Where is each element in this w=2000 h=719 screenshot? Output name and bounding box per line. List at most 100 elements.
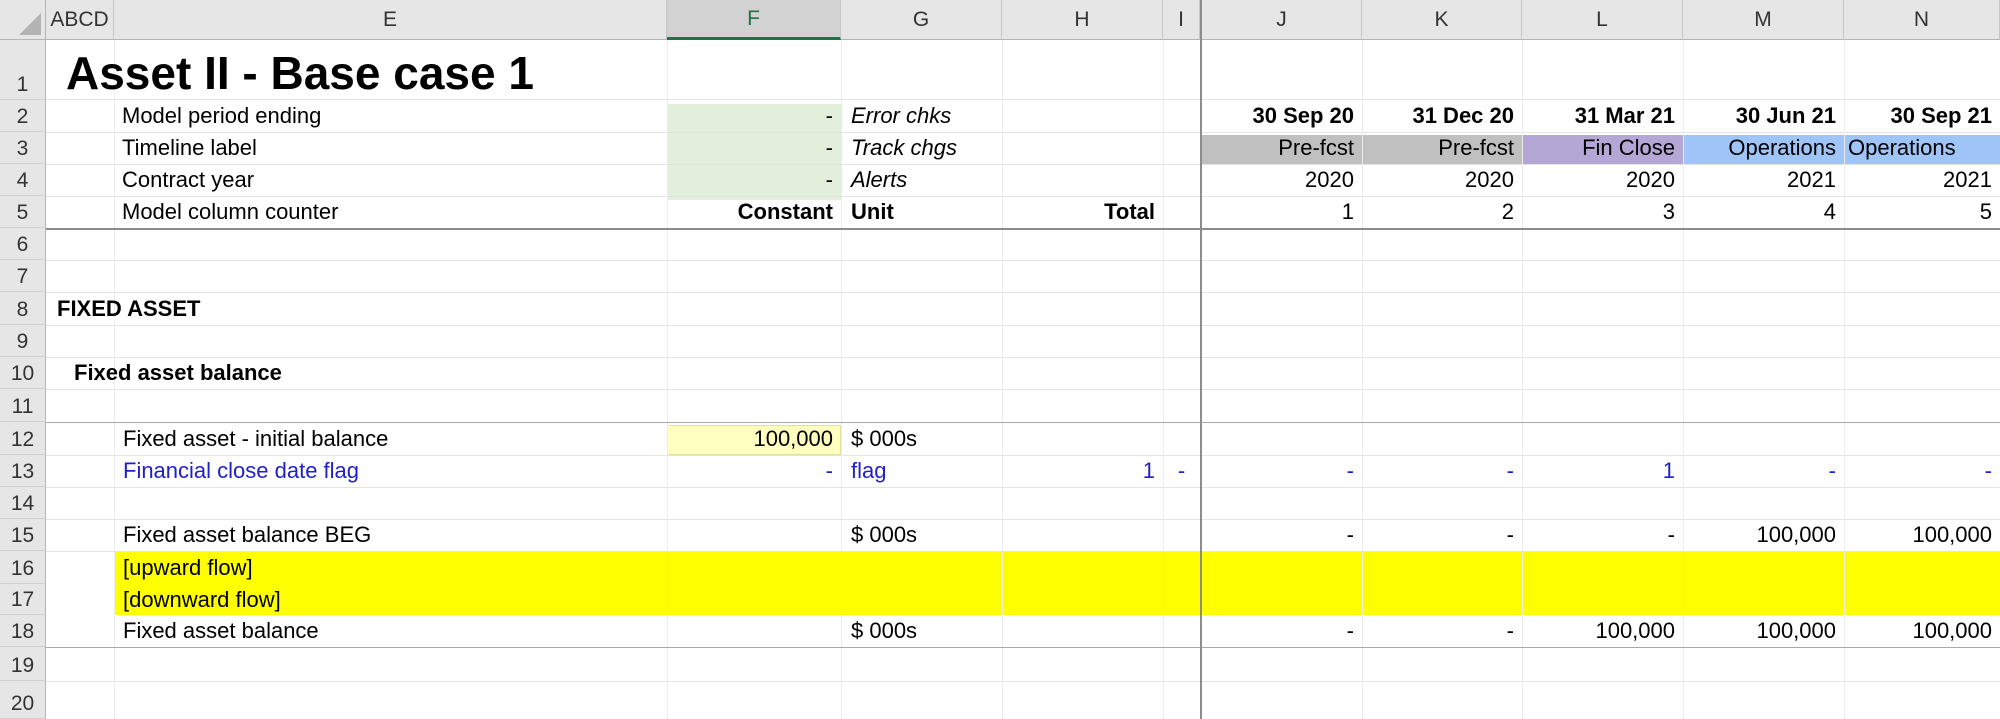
row-header-7[interactable]: 7 — [0, 260, 46, 292]
row-header-3[interactable]: 3 — [0, 132, 46, 164]
row-header-20[interactable]: 20 — [0, 681, 46, 719]
col-header-e[interactable]: E — [114, 0, 667, 40]
col-header-l[interactable]: L — [1522, 0, 1683, 40]
year-m[interactable]: 2021 — [1683, 164, 1844, 196]
counter-j[interactable]: 1 — [1202, 196, 1362, 228]
timeline-label-l[interactable]: Fin Close — [1522, 132, 1683, 164]
balance-beg-unit[interactable]: $ 000s — [843, 519, 917, 551]
contract-year-label[interactable]: Contract year — [114, 164, 254, 196]
year-j[interactable]: 2020 — [1202, 164, 1362, 196]
balance-beg-label[interactable]: Fixed asset balance BEG — [115, 519, 371, 551]
year-k[interactable]: 2020 — [1362, 164, 1522, 196]
financial-close-flag-k[interactable]: - — [1362, 455, 1522, 487]
date-k[interactable]: 31 Dec 20 — [1362, 100, 1522, 132]
row-header-2[interactable]: 2 — [0, 100, 46, 132]
row-header-15[interactable]: 15 — [0, 519, 46, 551]
balance-beg-j[interactable]: - — [1202, 519, 1362, 551]
section-bottom-border — [46, 647, 2000, 648]
fixed-asset-section-heading[interactable]: FIXED ASSET — [57, 292, 200, 325]
balance-beg-n[interactable]: 100,000 — [1844, 519, 2000, 551]
error-checks-label[interactable]: Error chks — [843, 100, 951, 132]
row-header-5[interactable]: 5 — [0, 196, 46, 228]
balance-end-m[interactable]: 100,000 — [1683, 615, 1844, 647]
timeline-label-value[interactable]: - — [667, 132, 841, 164]
financial-close-flag-j[interactable]: - — [1202, 455, 1362, 487]
balance-end-label[interactable]: Fixed asset balance — [115, 615, 319, 647]
financial-close-flag-total[interactable]: 1 — [1002, 455, 1163, 487]
col-header-i[interactable]: I — [1163, 0, 1200, 40]
select-all-corner[interactable] — [0, 0, 46, 40]
track-changes-label[interactable]: Track chgs — [843, 132, 957, 164]
col-header-j[interactable]: J — [1202, 0, 1362, 40]
row-header-8[interactable]: 8 — [0, 292, 46, 325]
financial-close-flag-constant[interactable]: - — [667, 455, 841, 487]
initial-balance-input[interactable]: 100,000 — [667, 422, 841, 455]
col-header-abcd[interactable]: ABCD — [46, 0, 114, 40]
year-n[interactable]: 2021 — [1844, 164, 2000, 196]
row-header-14[interactable]: 14 — [0, 487, 46, 519]
timeline-label-label[interactable]: Timeline label — [114, 132, 257, 164]
row-header-1[interactable]: 1 — [0, 40, 46, 100]
timeline-label-m[interactable]: Operations — [1683, 132, 1844, 164]
timeline-label-n[interactable]: Operations — [1844, 132, 2000, 164]
balance-end-unit[interactable]: $ 000s — [843, 615, 917, 647]
row-header-18[interactable]: 18 — [0, 615, 46, 647]
col-header-f[interactable]: F — [667, 0, 841, 40]
financial-close-flag-i[interactable]: - — [1163, 455, 1200, 487]
financial-close-flag-unit[interactable]: flag — [843, 455, 886, 487]
balance-end-n[interactable]: 100,000 — [1844, 615, 2000, 647]
counter-n[interactable]: 5 — [1844, 196, 2000, 228]
col-header-h[interactable]: H — [1002, 0, 1163, 40]
model-column-counter-label[interactable]: Model column counter — [114, 196, 338, 228]
counter-m[interactable]: 4 — [1683, 196, 1844, 228]
total-header[interactable]: Total — [1002, 196, 1163, 228]
balance-end-l[interactable]: 100,000 — [1522, 615, 1683, 647]
fixed-asset-balance-heading[interactable]: Fixed asset balance — [74, 357, 282, 389]
row-header-17[interactable]: 17 — [0, 584, 46, 615]
model-period-ending-label[interactable]: Model period ending — [114, 100, 321, 132]
row-header-10[interactable]: 10 — [0, 357, 46, 389]
financial-close-flag-n[interactable]: - — [1844, 455, 2000, 487]
date-l[interactable]: 31 Mar 21 — [1522, 100, 1683, 132]
financial-close-flag-m[interactable]: - — [1683, 455, 1844, 487]
balance-beg-l[interactable]: - — [1522, 519, 1683, 551]
timeline-label-k[interactable]: Pre-fcst — [1362, 132, 1522, 164]
col-header-k[interactable]: K — [1362, 0, 1522, 40]
balance-beg-m[interactable]: 100,000 — [1683, 519, 1844, 551]
unit-header[interactable]: Unit — [843, 196, 894, 228]
row-header-16[interactable]: 16 — [0, 551, 46, 584]
counter-k[interactable]: 2 — [1362, 196, 1522, 228]
alerts-label[interactable]: Alerts — [843, 164, 907, 196]
col-header-g[interactable]: G — [841, 0, 1002, 40]
counter-l[interactable]: 3 — [1522, 196, 1683, 228]
initial-balance-unit[interactable]: $ 000s — [843, 422, 917, 455]
col-header-n[interactable]: N — [1844, 0, 2000, 40]
row-header-13[interactable]: 13 — [0, 455, 46, 487]
col-header-m[interactable]: M — [1683, 0, 1844, 40]
upward-flow-fill — [114, 552, 2000, 615]
upward-flow-label[interactable]: [upward flow] — [115, 552, 253, 584]
downward-flow-label[interactable]: [downward flow] — [115, 584, 281, 615]
date-m[interactable]: 30 Jun 21 — [1683, 100, 1844, 132]
row-header-4[interactable]: 4 — [0, 164, 46, 196]
year-l[interactable]: 2020 — [1522, 164, 1683, 196]
initial-balance-label[interactable]: Fixed asset - initial balance — [115, 422, 388, 455]
contract-year-value[interactable]: - — [667, 164, 841, 196]
date-j[interactable]: 30 Sep 20 — [1202, 100, 1362, 132]
sheet-title[interactable]: Asset II - Base case 1 — [66, 40, 534, 100]
row-header-6[interactable]: 6 — [0, 228, 46, 260]
balance-end-k[interactable]: - — [1362, 615, 1522, 647]
header-bottom-border — [46, 228, 2000, 230]
balance-end-j[interactable]: - — [1202, 615, 1362, 647]
row-header-9[interactable]: 9 — [0, 325, 46, 357]
row-header-11[interactable]: 11 — [0, 389, 46, 422]
row-header-19[interactable]: 19 — [0, 647, 46, 681]
balance-beg-k[interactable]: - — [1362, 519, 1522, 551]
financial-close-flag-l[interactable]: 1 — [1522, 455, 1683, 487]
timeline-label-j[interactable]: Pre-fcst — [1202, 132, 1362, 164]
date-n[interactable]: 30 Sep 21 — [1844, 100, 2000, 132]
financial-close-flag-label[interactable]: Financial close date flag — [115, 455, 359, 487]
model-period-ending-value[interactable]: - — [667, 100, 841, 132]
constant-header[interactable]: Constant — [667, 196, 841, 228]
row-header-12[interactable]: 12 — [0, 422, 46, 455]
